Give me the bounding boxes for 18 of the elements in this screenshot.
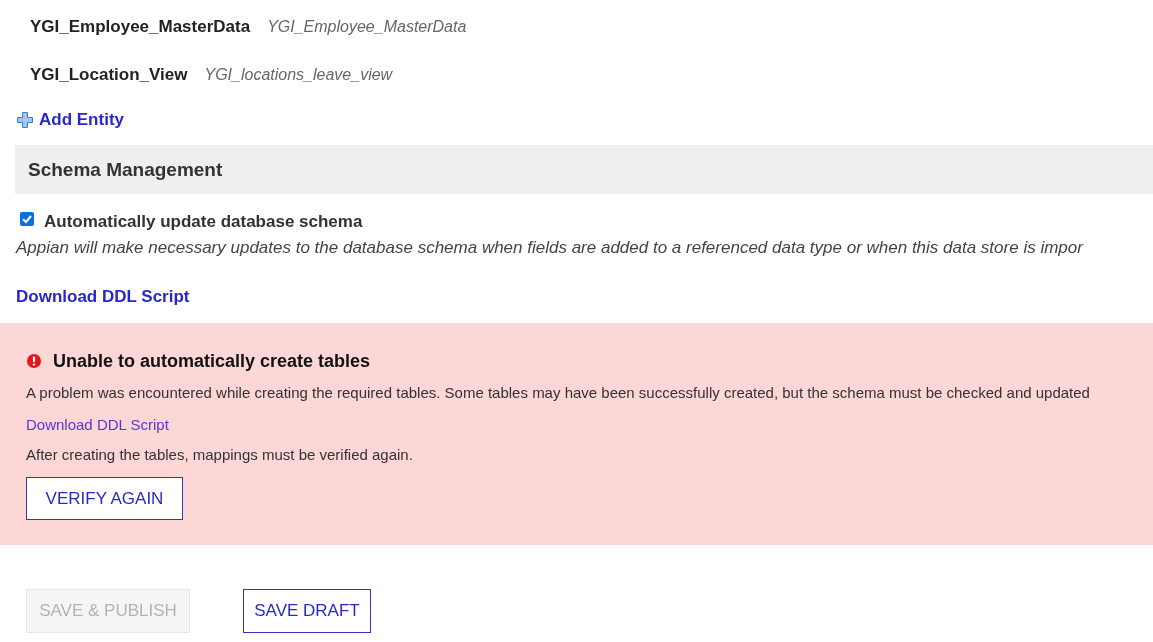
error-icon: [27, 354, 41, 368]
error-message: A problem was encountered while creating the required tables. Some tables may have been successfully created, but the schema must be checked and updated: [26, 383, 1091, 403]
add-entity-link[interactable]: Add Entity: [17, 110, 124, 130]
entity-name: YGI_Employee_MasterData: [30, 17, 251, 37]
verify-again-button[interactable]: VERIFY AGAIN: [26, 477, 183, 520]
plus-icon: [17, 112, 33, 128]
checkbox[interactable]: [20, 212, 34, 226]
help-text: Appian will make necessary updates to the database schema when fields are added to a referenced data type or when this data store is impor: [14, 237, 1085, 259]
entity-table-name: YGI_locations_leave_view: [204, 66, 393, 84]
section-title: Schema Management: [28, 158, 223, 181]
entity-name: YGI_Location_View: [30, 65, 188, 85]
error-note: After creating the tables, mappings must be verified again.: [26, 445, 414, 465]
download-ddl-link[interactable]: Download DDL Script: [16, 287, 190, 307]
error-title: Unable to automatically create tables: [53, 350, 371, 372]
footer-button[interactable]: SAVE DRAFT: [243, 589, 371, 633]
entity-table-name: YGI_Employee_MasterData: [267, 18, 467, 36]
download-ddl-link[interactable]: Download DDL Script: [26, 415, 169, 433]
checkbox-label: Automatically update database schema: [44, 211, 363, 233]
